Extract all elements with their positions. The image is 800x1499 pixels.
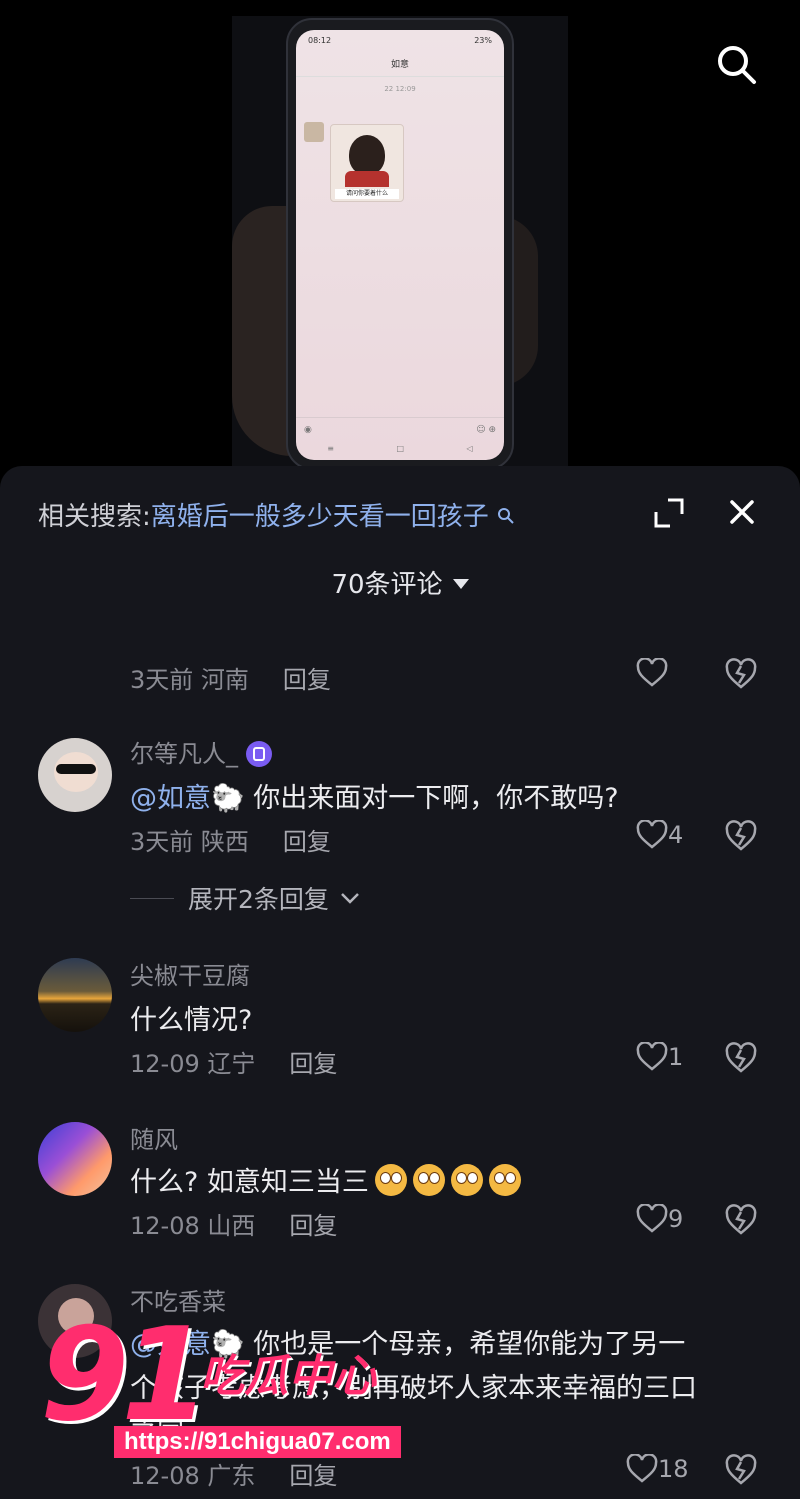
heart-icon (636, 658, 668, 687)
like-button[interactable] (636, 658, 668, 688)
like-count: 9 (668, 1205, 684, 1233)
nav-back-icon: ◁ (466, 444, 473, 453)
video-frame: 08:12 23% 如意 22 12:09 请问你要着什么 ◉ ☺ ⊕ ≡ □ (232, 16, 568, 466)
phone-screen: 08:12 23% 如意 22 12:09 请问你要着什么 ◉ ☺ ⊕ ≡ □ (296, 30, 504, 460)
comment-username[interactable]: 尔等凡人_ (130, 734, 272, 769)
heart-icon (636, 1204, 668, 1233)
reply-button[interactable]: 回复 (283, 828, 331, 856)
chevron-down-icon (341, 893, 359, 904)
comment-meta: 3天前 陕西 回复 (130, 822, 331, 857)
sticker-shirt (345, 171, 389, 187)
shocked-emoji-icon (488, 1164, 521, 1196)
related-search-term[interactable]: 离婚后一般多少天看一回孩子 (151, 502, 489, 532)
expand-replies-button[interactable]: 展开2条回复 (130, 880, 361, 916)
heart-icon (636, 820, 668, 849)
like-count: 4 (668, 821, 684, 849)
shocked-emoji-icon (450, 1164, 483, 1196)
comment-location: 河南 (200, 666, 249, 694)
close-icon[interactable] (726, 496, 758, 528)
nav-menu-icon: ≡ (327, 444, 334, 453)
comment-count[interactable]: 70条评论 (0, 564, 800, 601)
like-count: 18 (658, 1455, 689, 1483)
reply-button[interactable]: 回复 (289, 1050, 337, 1078)
voice-icon: ◉ (304, 425, 312, 435)
comment-meta: 12-08 山西 回复 (130, 1206, 337, 1241)
chat-input-bar: ◉ ☺ ⊕ (296, 417, 504, 442)
watermark-number: 91 (40, 1301, 210, 1450)
dislike-icon[interactable] (724, 1454, 758, 1486)
phone-status-time: 08:12 (308, 36, 332, 45)
sticker-image: 请问你要着什么 (330, 124, 404, 202)
comment-location: 山西 (207, 1212, 256, 1240)
phone-in-video: 08:12 23% 如意 22 12:09 请问你要着什么 ◉ ☺ ⊕ ≡ □ (286, 18, 514, 466)
phone-nav-bar: ≡ □ ◁ (296, 444, 504, 458)
dislike-icon[interactable] (724, 820, 758, 852)
avatar[interactable] (38, 958, 112, 1032)
related-search-prefix: 相关搜索: (38, 502, 151, 532)
comment-location: 广东 (207, 1462, 256, 1490)
comment-time: 12-08 (130, 1462, 200, 1490)
watermark-text: 吃瓜中心 (200, 1351, 376, 1402)
comment-time: 3天前 (130, 666, 194, 694)
comment-count-label: 70条评论 (331, 570, 443, 600)
badge-icon (246, 741, 272, 767)
reply-button[interactable]: 回复 (289, 1212, 337, 1240)
comment-location: 陕西 (200, 828, 249, 856)
shocked-emoji-icon (374, 1164, 407, 1196)
caret-down-icon (452, 578, 469, 589)
watermark: 91 吃瓜中心 https://91chigua07.com (40, 1312, 470, 1462)
like-button[interactable]: 1 (636, 1042, 683, 1072)
like-count: 1 (668, 1043, 684, 1071)
nav-home-icon: □ (396, 444, 405, 453)
heart-icon (626, 1454, 658, 1483)
search-icon[interactable] (714, 42, 758, 86)
dislike-icon[interactable] (724, 1042, 758, 1074)
phone-status-bar: 08:12 23% (296, 30, 504, 54)
fullscreen-icon[interactable] (652, 496, 686, 530)
avatar-sunglasses (56, 764, 96, 774)
comment-text: 什么情况? (130, 1005, 253, 1036)
comment-meta: 12-09 辽宁 回复 (130, 1044, 337, 1079)
chat-title: 如意 (296, 54, 504, 77)
shocked-emoji-icon (412, 1164, 445, 1196)
comment-username[interactable]: 尖椒干豆腐 (130, 956, 250, 991)
comment-text: @如意🐑 你出来面对一下啊，你不敢吗? (130, 783, 619, 814)
divider-line (130, 897, 174, 899)
small-search-icon (498, 508, 514, 524)
like-button[interactable]: 9 (636, 1204, 683, 1234)
emoji-plus-icons: ☺ ⊕ (476, 425, 496, 435)
comment-location: 辽宁 (207, 1050, 256, 1078)
phone-battery: 23% (474, 36, 492, 45)
comment-time: 12-09 (130, 1050, 200, 1078)
expand-replies-label: 展开2条回复 (188, 885, 329, 914)
comment-text: 什么? 如意知三当三 (130, 1160, 521, 1199)
sheep-icon: 🐑 (211, 783, 245, 814)
watermark-url: https://91chigua07.com (114, 1426, 401, 1458)
comment-time: 3天前 (130, 828, 194, 856)
like-button[interactable]: 18 (626, 1454, 689, 1484)
avatar[interactable] (38, 738, 112, 812)
dislike-icon[interactable] (724, 1204, 758, 1236)
chat-avatar (304, 122, 324, 142)
reply-button[interactable]: 回复 (289, 1462, 337, 1490)
reply-button[interactable]: 回复 (283, 666, 331, 694)
comment-meta: 3天前 河南 回复 (130, 660, 331, 695)
comment-time: 12-08 (130, 1212, 200, 1240)
like-button[interactable]: 4 (636, 820, 683, 850)
video-player[interactable]: 08:12 23% 如意 22 12:09 请问你要着什么 ◉ ☺ ⊕ ≡ □ (0, 0, 800, 470)
sticker-caption: 请问你要着什么 (335, 189, 399, 199)
heart-icon (636, 1042, 668, 1071)
mention-link[interactable]: @如意 (130, 783, 211, 814)
chat-time: 22 12:09 (384, 85, 416, 93)
related-search[interactable]: 相关搜索:离婚后一般多少天看一回孩子 (38, 496, 515, 533)
avatar[interactable] (38, 1122, 112, 1196)
dislike-icon[interactable] (724, 658, 758, 690)
sticker-face (349, 135, 385, 175)
comment-username[interactable]: 随风 (130, 1120, 178, 1155)
